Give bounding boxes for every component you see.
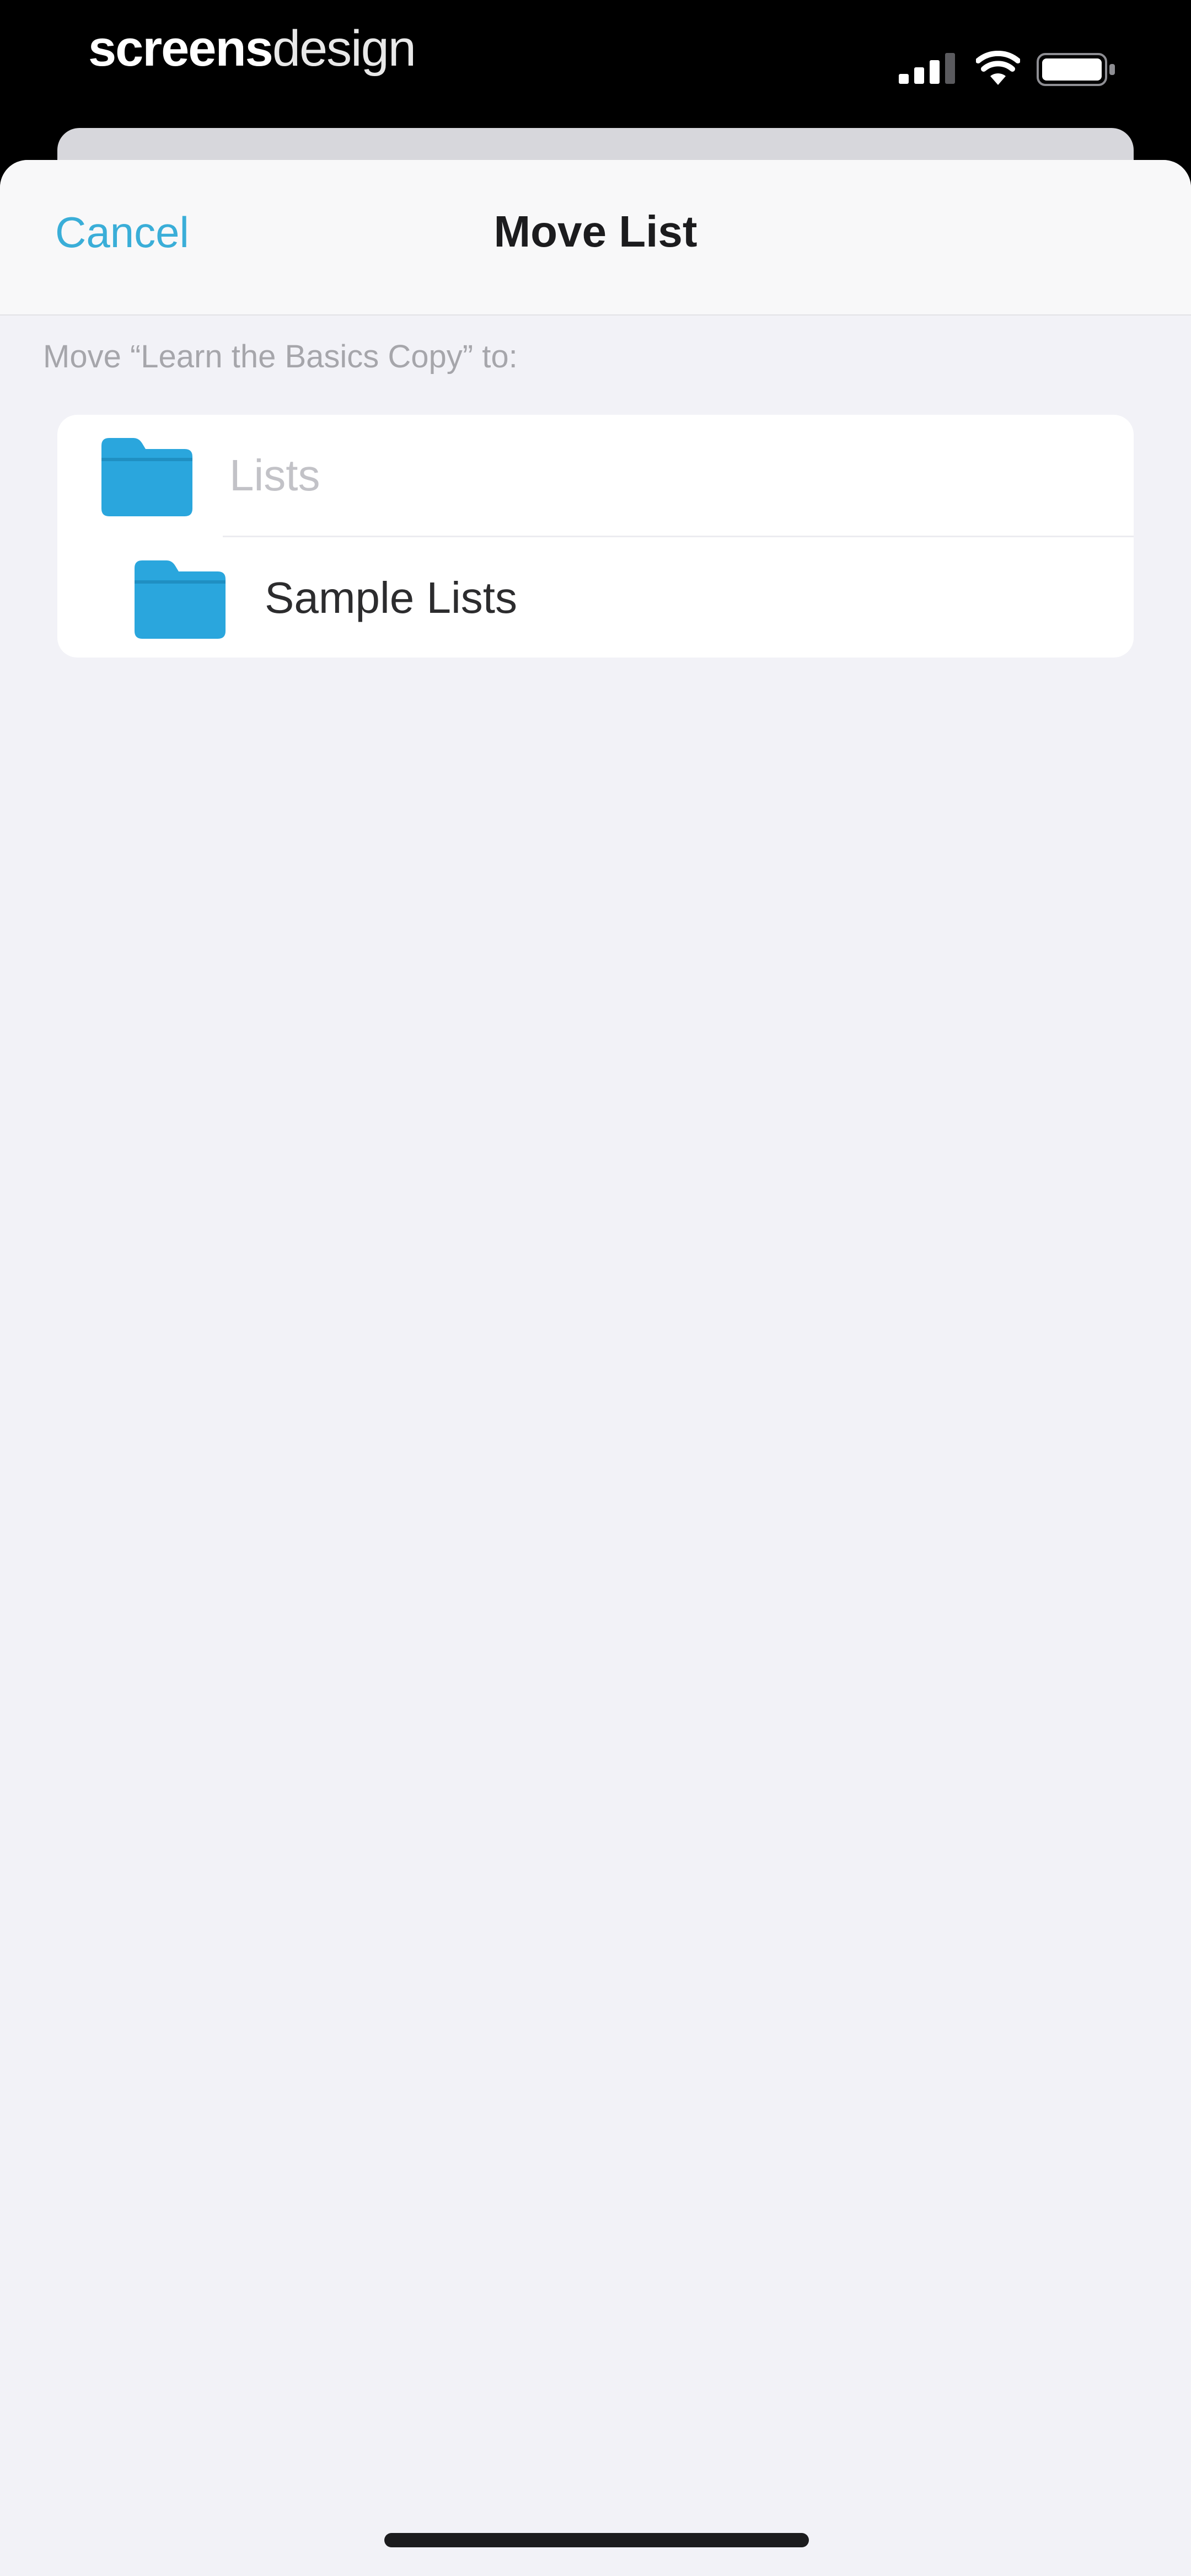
brand-light: design bbox=[272, 20, 416, 77]
folder-label: Lists bbox=[229, 451, 320, 500]
navigation-bar: Cancel Move List bbox=[0, 160, 1191, 316]
folder-list: Lists Sample Lists bbox=[57, 415, 1134, 658]
page-title: Move List bbox=[493, 207, 698, 256]
folder-label: Sample Lists bbox=[265, 573, 517, 622]
folder-row-sample-lists[interactable]: Sample Lists bbox=[57, 536, 1134, 658]
section-caption: Move “Learn the Basics Copy” to: bbox=[43, 339, 518, 375]
folder-icon bbox=[101, 438, 192, 516]
signal-icon bbox=[899, 53, 955, 84]
folder-row-lists[interactable]: Lists bbox=[57, 415, 1134, 536]
folder-icon bbox=[135, 560, 226, 639]
move-list-sheet: Cancel Move List Move “Learn the Basics … bbox=[0, 160, 1191, 2576]
battery-icon bbox=[1037, 53, 1115, 86]
brand-bold: screens bbox=[88, 20, 273, 77]
home-indicator[interactable] bbox=[384, 2533, 809, 2547]
wifi-icon bbox=[976, 51, 1020, 85]
brand-watermark: screensdesign bbox=[88, 20, 416, 77]
status-bar: screensdesign bbox=[0, 0, 1191, 127]
